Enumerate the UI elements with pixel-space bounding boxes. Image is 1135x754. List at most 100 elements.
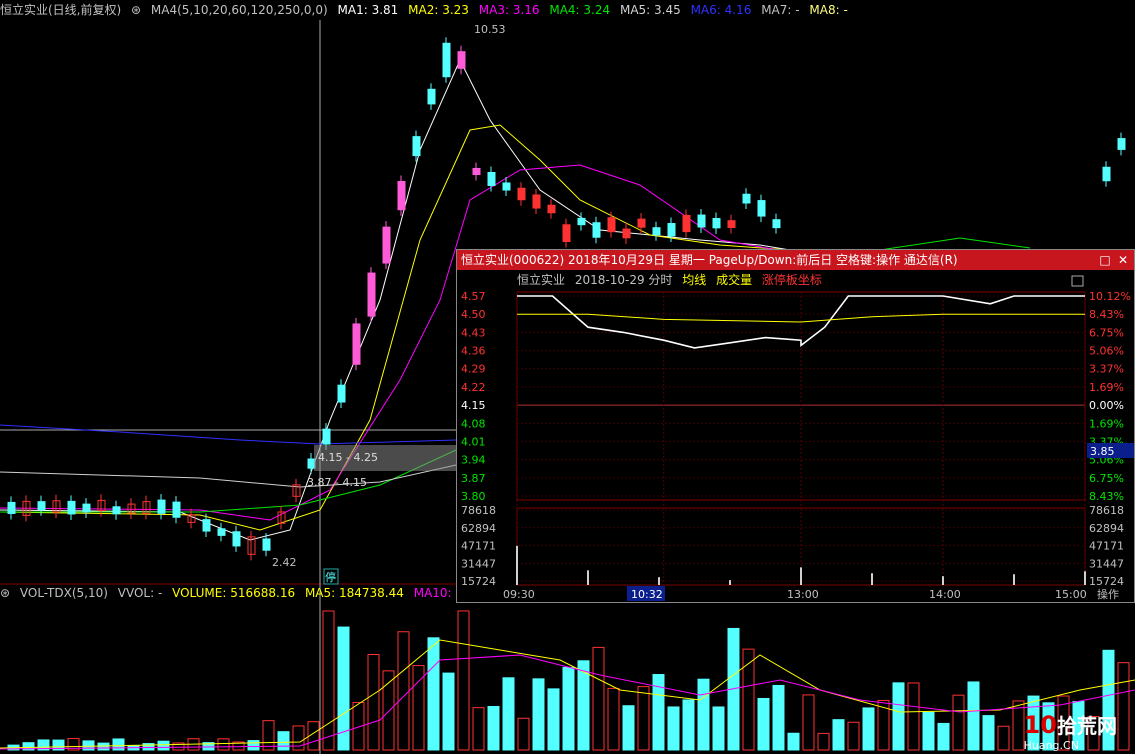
volume-bar [592, 646, 605, 751]
watermark-logo: 10拾荒网 Huang.CN [1023, 711, 1117, 752]
volume-bar [532, 678, 545, 751]
volume-bar [247, 740, 260, 751]
popup-subheader: 恒立实业 2018-10-29 分时 均线 成交量 涨停板坐标 [517, 272, 828, 288]
candlestick [52, 494, 61, 519]
volume-tick-label-right: 47171 [1089, 540, 1124, 553]
candlestick [1117, 132, 1126, 156]
candlestick [127, 498, 136, 519]
candlestick [682, 209, 691, 238]
volume-bar [772, 684, 785, 751]
candlestick [337, 379, 346, 409]
volume-bar [847, 721, 860, 751]
candlestick [277, 505, 286, 530]
candlestick [307, 453, 316, 475]
candlestick [217, 522, 226, 542]
candlestick [712, 212, 721, 234]
operate-button[interactable]: 操作 [1097, 587, 1119, 601]
candlestick [562, 218, 571, 248]
candlestick [232, 525, 241, 552]
candlestick [472, 162, 481, 181]
volume-bar [262, 720, 275, 751]
price-tick-label: 3.87 [461, 472, 486, 485]
candlestick [352, 317, 361, 371]
candlestick [157, 494, 166, 520]
settings-icon[interactable]: ⊛ [0, 586, 10, 600]
volume-bar [472, 707, 485, 751]
close-icon[interactable]: ✕ [1115, 250, 1131, 270]
stock-title: 恒立实业(日线,前复权) [0, 3, 122, 17]
vol-ma5-value: MA5: 184738.44 [304, 586, 404, 600]
candlestick [487, 166, 496, 192]
price-tick-label: 4.22 [461, 381, 486, 394]
volume-bar [1117, 662, 1130, 751]
volume-tick-label: 47171 [461, 540, 496, 553]
pct-tick-label: 8.43% [1089, 490, 1124, 503]
price-tick-label: 4.15 [461, 399, 486, 412]
volume-bar [997, 725, 1010, 751]
candlestick [82, 498, 91, 518]
volume-bar [892, 682, 905, 751]
volume-bar [862, 707, 875, 751]
pct-tick-label: 0.00% [1089, 399, 1124, 412]
intraday-popup-window[interactable]: 恒立实业(000622) 2018年10月29日 星期一 PageUp/Down… [456, 249, 1135, 603]
ma8-value: MA8: - [809, 3, 848, 17]
candlestick [637, 213, 646, 234]
volume-bar [922, 711, 935, 751]
candlestick [7, 496, 16, 520]
volume-bar [397, 631, 410, 751]
sub-stock-name: 恒立实业 [517, 273, 566, 287]
candlestick [652, 221, 661, 241]
candlestick [367, 267, 376, 323]
sub-date: 2018-10-29 分时 [574, 273, 673, 287]
minimize-icon[interactable]: □ [1097, 250, 1113, 270]
volume-bar [157, 740, 170, 751]
time-tick-label: 15:00 [1055, 588, 1087, 601]
price-tick-label: 4.50 [461, 308, 486, 321]
vvol-value: VVOL: - [117, 586, 163, 600]
candlestick [247, 530, 256, 561]
ma5-value: MA5: 3.45 [619, 3, 681, 17]
volume-bar [742, 648, 755, 751]
sub-avg-label: 均线 [682, 273, 707, 287]
candlestick [517, 182, 526, 206]
volume-bar [427, 637, 440, 751]
candlestick [292, 478, 301, 503]
price-tick-label: 4.01 [461, 435, 486, 448]
volume-bar [97, 742, 110, 751]
ma-params: MA4(5,10,20,60,120,250,0,0) [150, 3, 328, 17]
price-zone-lower-label: 3.87 - 4.15 [307, 476, 367, 489]
candlestick [607, 211, 616, 238]
volume-bar [502, 677, 515, 751]
candlestick [727, 214, 736, 234]
volume-bar [982, 715, 995, 751]
volume-tick-label-right: 62894 [1089, 522, 1124, 535]
chevron-down-icon[interactable]: ⊛ [131, 3, 141, 17]
vol-indicator-name: VOL-TDX(5,10) [19, 586, 108, 600]
sub-limit-label: 涨停板坐标 [761, 273, 822, 287]
candlestick [547, 199, 556, 219]
popup-titlebar[interactable]: 恒立实业(000622) 2018年10月29日 星期一 PageUp/Down… [457, 250, 1134, 270]
pct-tick-label: 3.37% [1089, 363, 1124, 376]
pct-tick-label: 5.06% [1089, 345, 1124, 358]
price-tick-label: 4.43 [461, 326, 486, 339]
candlestick [142, 495, 151, 520]
volume-bar [787, 732, 800, 751]
expand-icon[interactable] [1071, 275, 1084, 287]
volume-bar [697, 678, 710, 751]
volume-bar [817, 732, 830, 751]
ma6-value: MA6: 4.16 [690, 3, 752, 17]
volume-tick-label: 62894 [461, 522, 496, 535]
volume-bar [562, 666, 575, 751]
volume-tick-label: 31447 [461, 557, 496, 570]
time-tick-label: 09:30 [503, 588, 535, 601]
cursor-time: 10:32 [631, 588, 663, 601]
ma4-value: MA4: 3.24 [549, 3, 611, 17]
volume-bar [607, 687, 620, 751]
volume-bar [547, 688, 560, 751]
intraday-chart[interactable]: 4.57 10.12% 4.50 8.43% 4.43 6.75% 4.36 5.06% 4.2… [457, 270, 1134, 602]
ma7-value: MA7: - [761, 3, 800, 17]
candlestick [772, 213, 781, 234]
candlestick [742, 188, 751, 210]
pct-tick-label: 6.75% [1089, 326, 1124, 339]
price-zone-upper-label: 4.15 - 4.25 [318, 451, 378, 464]
